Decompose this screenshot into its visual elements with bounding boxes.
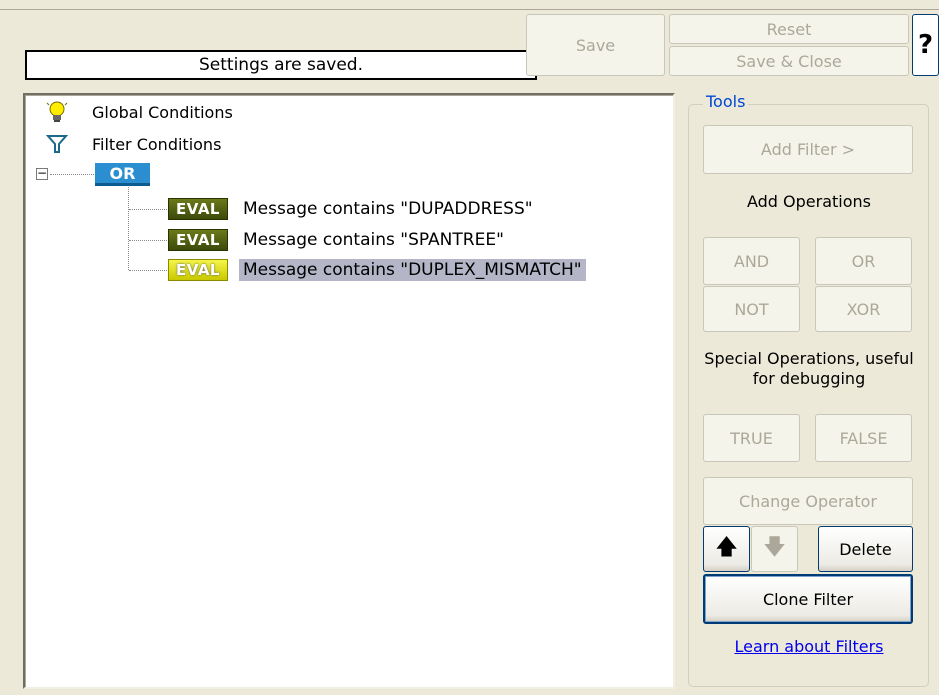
save-button[interactable]: Save [526, 14, 665, 76]
filter-conditions-label: Filter Conditions [92, 134, 222, 154]
condition-item[interactable]: EVAL Message contains "SPANTREE" [168, 228, 508, 252]
tree-item-filter-conditions[interactable]: Filter Conditions [46, 132, 221, 156]
tools-group-label: Tools [703, 92, 749, 111]
global-conditions-label: Global Conditions [92, 102, 233, 122]
condition-item[interactable]: EVAL Message contains "DUPADDRESS" [168, 197, 537, 221]
tree-connector [129, 240, 167, 241]
condition-label: Message contains "DUPADDRESS" [243, 199, 533, 219]
move-up-button[interactable]: 🡅 [703, 526, 750, 572]
delete-button[interactable]: Delete [818, 526, 913, 572]
eval-badge: EVAL [168, 198, 228, 220]
change-operator-button[interactable]: Change Operator [703, 477, 913, 525]
save-close-button[interactable]: Save & Close [669, 46, 909, 76]
help-button[interactable]: ? [912, 14, 939, 76]
up-arrow-icon: 🡅 [715, 535, 738, 560]
clone-filter-button[interactable]: Clone Filter [703, 574, 913, 624]
eval-badge: EVAL [168, 259, 228, 281]
eval-badge: EVAL [168, 229, 228, 251]
tree-connector [129, 270, 167, 271]
tree-connector [50, 174, 94, 175]
condition-item-selected[interactable]: EVAL Message contains "DUPLEX_MISMATCH" [168, 258, 586, 282]
down-arrow-icon: 🡇 [763, 535, 786, 560]
false-button[interactable]: FALSE [815, 414, 912, 462]
collapse-icon[interactable]: − [36, 167, 48, 180]
top-divider [0, 9, 939, 10]
funnel-icon [46, 135, 68, 153]
or-button[interactable]: OR [815, 237, 912, 285]
tree-item-global-conditions[interactable]: Global Conditions [46, 100, 233, 124]
and-button[interactable]: AND [703, 237, 800, 285]
not-button[interactable]: NOT [703, 286, 800, 332]
reset-button[interactable]: Reset [669, 14, 909, 44]
add-operations-label: Add Operations [746, 192, 872, 211]
condition-label: Message contains "SPANTREE" [243, 230, 504, 250]
tree-connector [129, 209, 167, 210]
true-button[interactable]: TRUE [703, 414, 800, 462]
tree-connector [128, 187, 129, 270]
learn-about-filters-link[interactable]: Learn about Filters [703, 637, 915, 656]
add-filter-button[interactable]: Add Filter > [703, 125, 913, 174]
condition-label: Message contains "DUPLEX_MISMATCH" [239, 259, 586, 281]
status-message: Settings are saved. [25, 50, 537, 80]
lightbulb-icon [46, 101, 68, 122]
special-operations-label: Special Operations, useful for debugging [704, 349, 914, 388]
move-down-button[interactable]: 🡇 [751, 526, 798, 572]
operator-or-badge[interactable]: OR [95, 163, 150, 186]
xor-button[interactable]: XOR [815, 286, 912, 332]
